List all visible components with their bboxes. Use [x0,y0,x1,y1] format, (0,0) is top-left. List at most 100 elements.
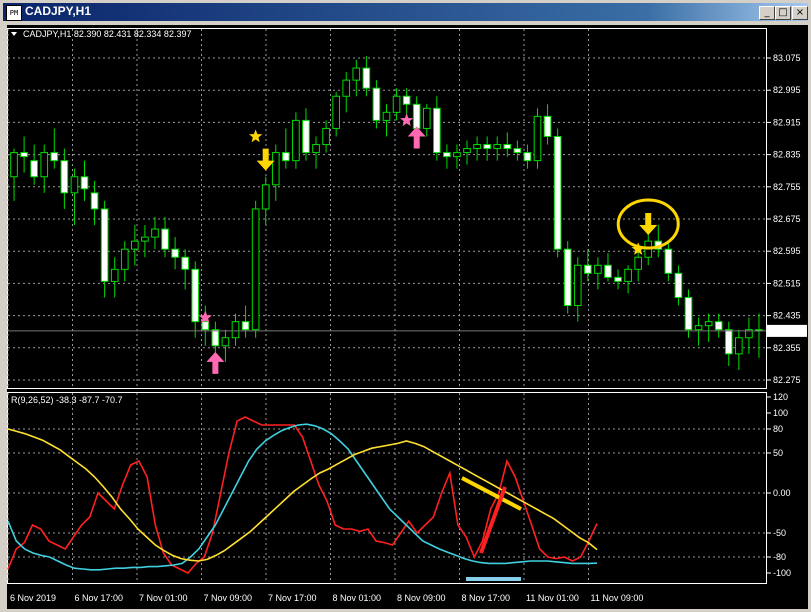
bearish-candle[interactable] [724,329,733,355]
bullish-candle[interactable] [141,236,149,242]
signal-star-icon [249,129,263,143]
bearish-candle[interactable] [191,268,200,323]
bullish-candle[interactable] [634,256,642,270]
bullish-candle[interactable] [231,321,240,339]
bullish-candle[interactable] [221,337,230,347]
bearish-candle[interactable] [60,160,69,194]
bullish-candle[interactable] [271,152,280,186]
price-axis-label: 82.515 [773,278,801,288]
bearish-candle[interactable] [412,103,421,129]
bearish-candle[interactable] [161,228,169,250]
bearish-candle[interactable] [241,321,250,331]
bearish-candle[interactable] [20,152,28,158]
bullish-candle[interactable] [463,148,471,154]
bullish-candle[interactable] [422,107,431,129]
indicator-axis-label: -50 [773,528,786,538]
bearish-candle[interactable] [302,119,310,154]
indicator-axis-label: 0.00 [773,488,791,498]
bullish-candle[interactable] [704,321,713,327]
bearish-candle[interactable] [513,148,522,154]
bearish-candle[interactable] [714,321,723,331]
bullish-candle[interactable] [332,95,340,129]
buy-arrow-icon [407,126,426,149]
buy-arrow-icon [206,351,225,374]
price-axis-label: 82.355 [773,343,801,353]
bullish-candle[interactable] [473,144,481,150]
bullish-candle[interactable] [40,152,49,178]
price-axis-label: 82.755 [773,182,801,192]
indicator-axis-label: -80 [773,552,786,562]
bullish-candle[interactable] [594,264,602,274]
dropdown-triangle-icon[interactable] [11,32,17,36]
title-bar[interactable]: PM CADJPY,H1 _ □ × [3,3,808,21]
bearish-candle[interactable] [50,152,59,162]
bullish-candle[interactable] [342,79,351,97]
bearish-candle[interactable] [30,160,38,178]
minimize-button[interactable]: _ [759,6,775,20]
bullish-candle[interactable] [261,184,270,210]
bullish-candle[interactable] [120,248,129,270]
price-axis-label: 82.915 [773,117,801,127]
bearish-candle[interactable] [584,264,592,274]
time-axis-label: 11 Nov 09:00 [591,593,644,603]
bearish-candle[interactable] [614,276,622,282]
time-axis-label: 8 Nov 09:00 [397,593,446,603]
time-axis-label: 8 Nov 01:00 [333,593,382,603]
bearish-candle[interactable] [553,135,562,250]
bearish-candle[interactable] [684,296,693,331]
bearish-candle[interactable] [604,264,612,278]
bullish-candle[interactable] [382,111,391,121]
bearish-candle[interactable] [664,248,673,274]
bullish-candle[interactable] [10,152,18,178]
bullish-candle[interactable] [573,264,582,307]
bearish-candle[interactable] [503,144,512,150]
price-axis-label: 82.675 [773,214,801,224]
bullish-candle[interactable] [70,176,79,194]
indicator-axis-label: 50 [773,448,783,458]
maximize-button[interactable]: □ [775,6,791,20]
bullish-candle[interactable] [151,228,159,238]
bearish-candle[interactable] [372,87,381,121]
bullish-candle[interactable] [453,152,461,158]
bullish-candle[interactable] [735,337,743,355]
close-button[interactable]: × [792,6,808,20]
bullish-candle[interactable] [694,325,703,331]
bearish-candle[interactable] [563,248,572,307]
time-axis-label: 7 Nov 09:00 [204,593,253,603]
bearish-candle[interactable] [201,321,210,331]
bearish-candle[interactable] [543,115,552,137]
bullish-candle[interactable] [251,208,260,331]
bullish-candle[interactable] [493,144,502,150]
bullish-candle[interactable] [392,95,401,113]
bearish-candle[interactable] [674,272,683,298]
bearish-candle[interactable] [90,192,99,210]
price-pane-border [7,28,767,389]
bearish-candle[interactable] [211,329,220,347]
chart-area[interactable]: 6 Nov 2019 6 Nov 17:00 7 Nov 01:00 7 Nov 09… [7,25,808,609]
bearish-candle[interactable] [433,107,441,154]
bearish-candle[interactable] [362,67,371,89]
bullish-candle[interactable] [292,119,300,162]
bullish-candle[interactable] [322,127,330,146]
bullish-candle[interactable] [312,144,320,154]
bearish-candle[interactable] [402,95,411,105]
bearish-candle[interactable] [171,248,179,258]
bearish-candle[interactable] [80,176,89,190]
bearish-candle[interactable] [282,152,290,162]
chart-svg[interactable]: 6 Nov 2019 6 Nov 17:00 7 Nov 01:00 7 Nov 09… [7,25,808,609]
indicator-axis-label: 100 [773,408,788,418]
chart-app-icon: PM [6,5,22,21]
red-slash-mark [479,486,507,554]
window-title: CADJPY,H1 [25,4,92,18]
bullish-candle[interactable] [624,268,632,282]
bullish-candle[interactable] [352,67,361,81]
bearish-candle[interactable] [443,152,451,158]
bullish-candle[interactable] [110,268,119,282]
bullish-candle[interactable] [533,115,542,162]
bearish-candle[interactable] [483,144,491,150]
bearish-candle[interactable] [100,208,109,282]
indicator-series-line [7,416,598,574]
bearish-candle[interactable] [181,256,189,270]
bearish-candle[interactable] [523,152,532,162]
bullish-candle[interactable] [131,240,139,250]
